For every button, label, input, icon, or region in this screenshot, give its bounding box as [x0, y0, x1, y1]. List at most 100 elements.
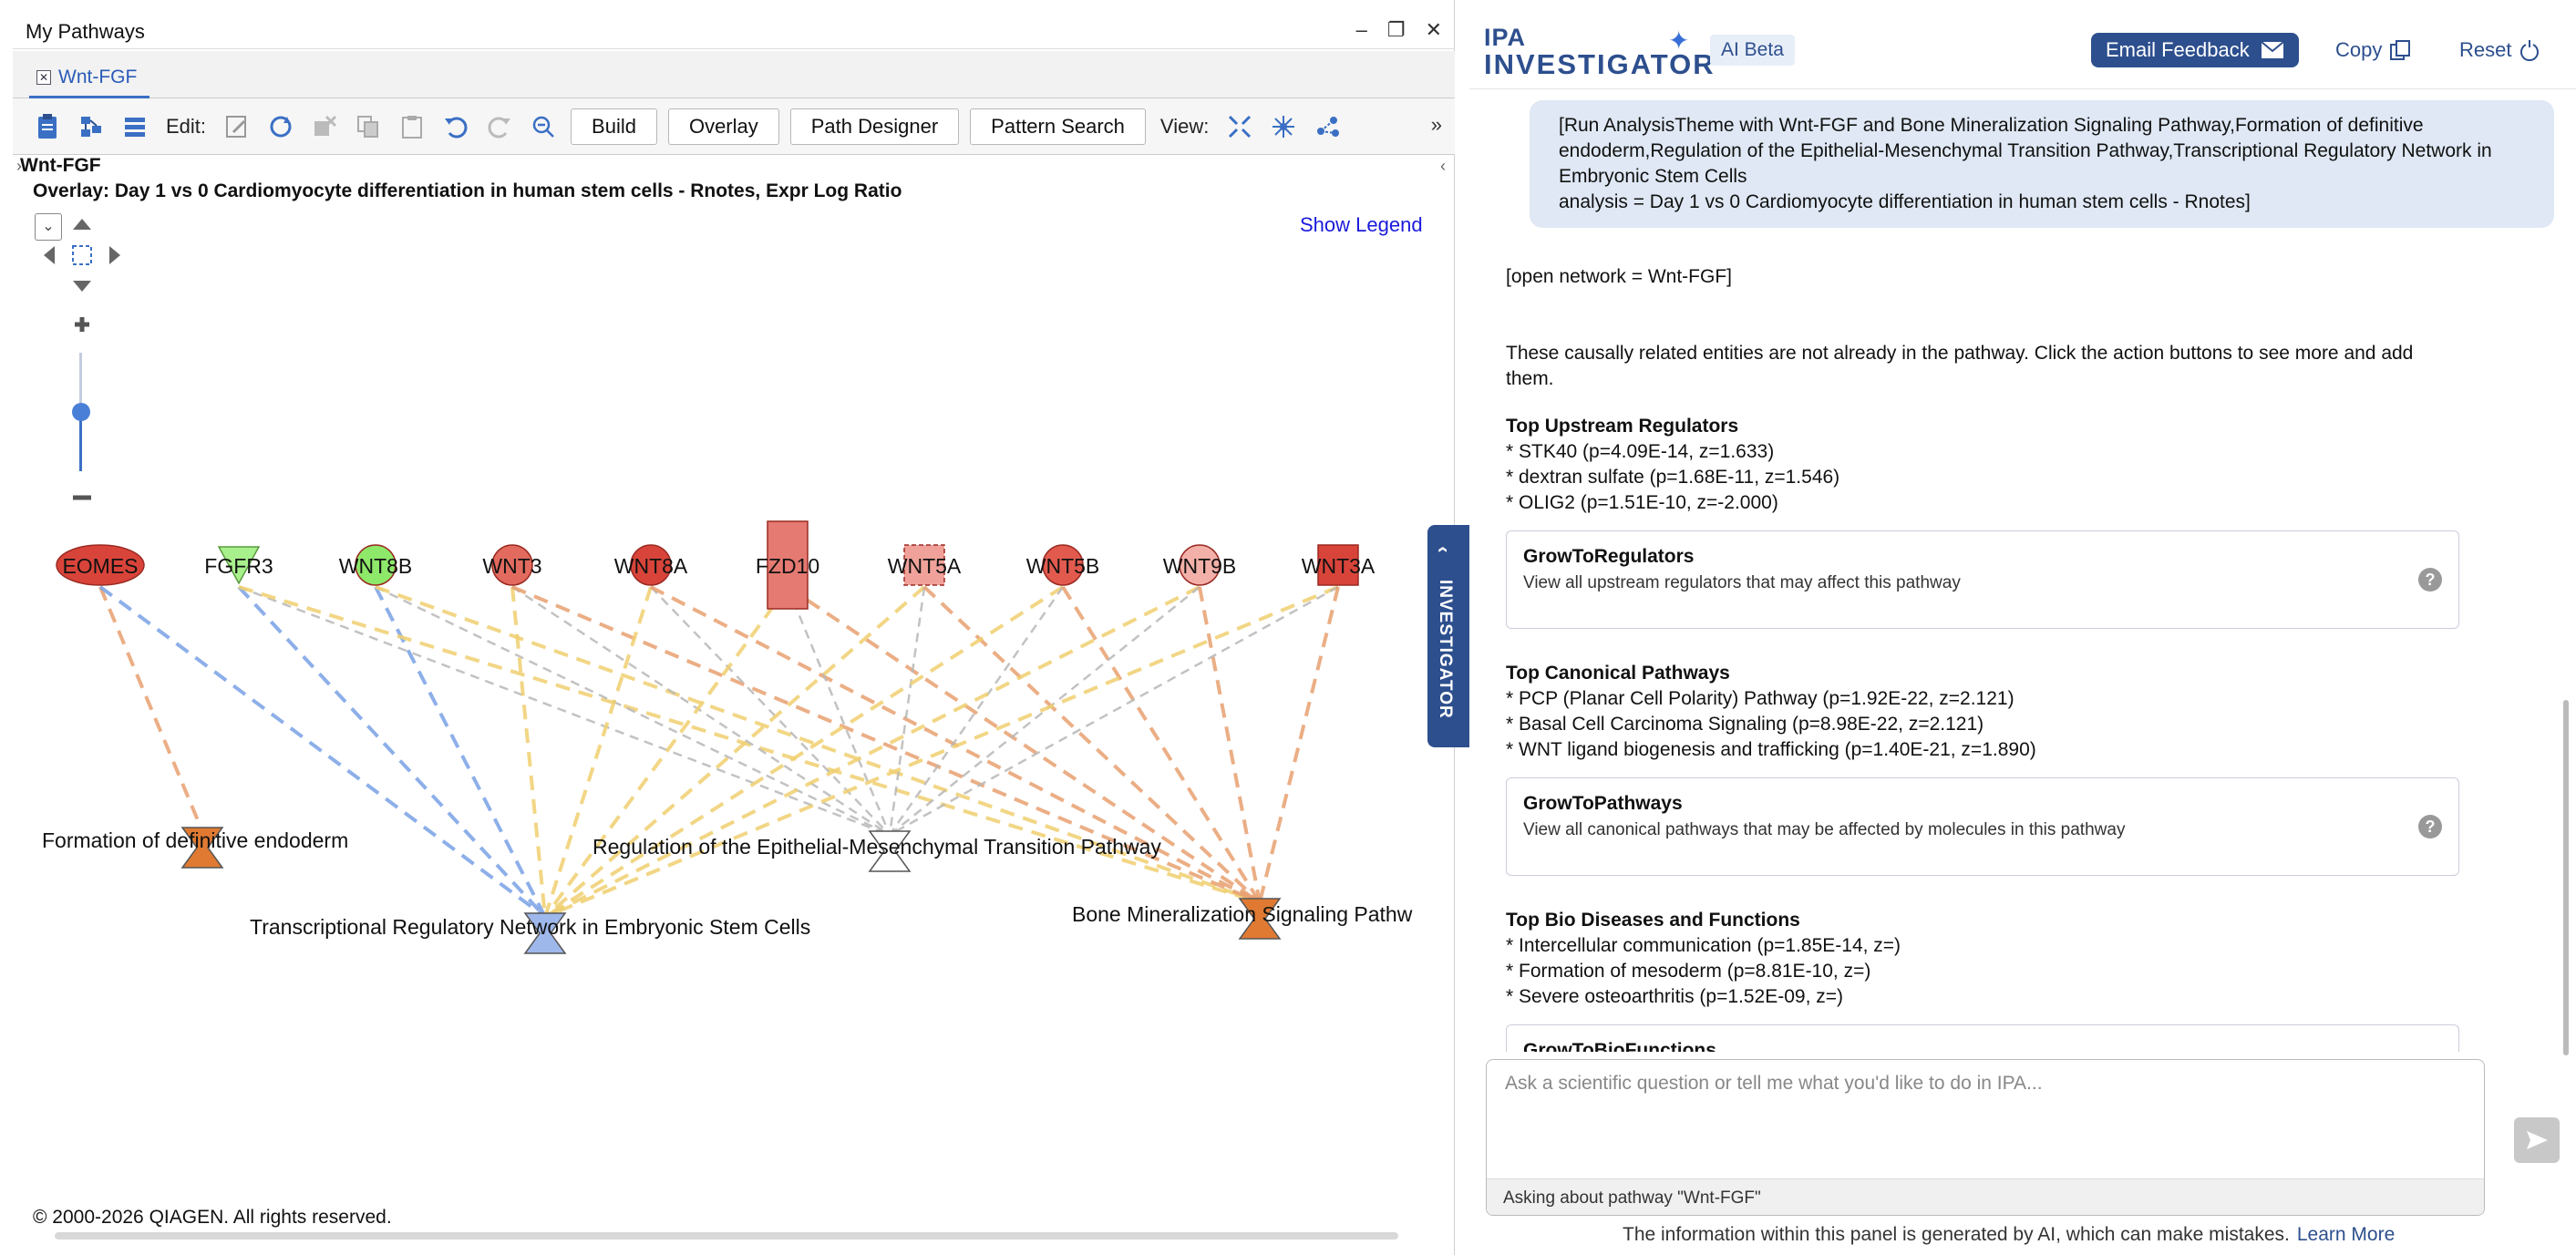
- pathway-node-4[interactable]: Bone Mineralization Signaling Pathw: [1072, 898, 1413, 940]
- intro-line: These causally related entities are not …: [1506, 343, 2414, 364]
- network-edge: [544, 585, 1339, 919]
- pathway-network[interactable]: EOMES FGFR3 WNT8B WNT3 WNT8A FZD10 WNT5A WNT5B W…: [0, 0, 1455, 1255]
- envelope-icon: [2261, 41, 2284, 58]
- question-input[interactable]: Ask a scientific question or tell me wha…: [1486, 1059, 2485, 1216]
- pathway-node-1[interactable]: Formation of definitive endoderm: [42, 827, 348, 869]
- investigator-header: IPA INVESTIGATOR ✦ AI Beta Email Feedbac…: [1469, 13, 2576, 89]
- molecule-label: WNT9B: [1163, 554, 1237, 578]
- investigator-panel: IPA INVESTIGATOR ✦ AI Beta Email Feedbac…: [1469, 0, 2576, 1255]
- sparkle-icon: ✦: [1668, 26, 1690, 55]
- chevron-icon: ›: [1429, 546, 1453, 553]
- investigator-tab-label: INVESTIGATOR: [1436, 580, 1455, 719]
- molecule-node-eomes[interactable]: EOMES: [56, 544, 145, 586]
- intro-line: them.: [1506, 368, 1554, 389]
- molecule-label: WNT5B: [1026, 554, 1100, 578]
- molecule-node-wnt3[interactable]: WNT3: [482, 544, 542, 586]
- grow-to-regulators-card[interactable]: GrowToRegulators View all upstream regul…: [1506, 530, 2459, 629]
- card-description: View all upstream regulators that may af…: [1523, 573, 1961, 592]
- network-edge: [1258, 586, 1340, 903]
- grow-to-biofunctions-card[interactable]: GrowToBioFunctions: [1506, 1024, 2459, 1052]
- network-edge: [543, 586, 653, 918]
- network-edge: [543, 585, 789, 919]
- molecule-node-wnt5a[interactable]: WNT5A: [888, 544, 962, 586]
- question-input-placeholder: Ask a scientific question or tell me wha…: [1505, 1073, 2043, 1094]
- pathway-node-2[interactable]: Transcriptional Regulatory Network in Em…: [250, 912, 810, 954]
- request-line: Embryonic Stem Cells: [1559, 166, 1747, 187]
- molecule-node-fzd10[interactable]: FZD10: [756, 520, 819, 610]
- card-title: GrowToBioFunctions: [1523, 1040, 1716, 1052]
- list-item: * Severe osteoarthritis (p=1.52E-09, z=): [1506, 986, 1844, 1007]
- pathway-label: Bone Mineralization Signaling Pathw: [1072, 902, 1413, 926]
- molecule-label: WNT8B: [339, 554, 413, 578]
- molecule-label: WNT3A: [1302, 554, 1376, 578]
- user-request-bubble: [Run AnalysisTheme with Wnt-FGF and Bone…: [1530, 100, 2554, 228]
- list-item: * dextran sulfate (p=1.68E-11, z=1.546): [1506, 467, 1840, 488]
- send-icon: [2527, 1131, 2548, 1149]
- email-feedback-label: Email Feedback: [2106, 38, 2250, 61]
- molecule-label: WNT5A: [888, 554, 962, 578]
- reset-label: Reset: [2459, 38, 2512, 61]
- pathway-label: Regulation of the Epithelial-Mesenchymal…: [592, 835, 1161, 859]
- molecule-node-wnt8a[interactable]: WNT8A: [614, 544, 688, 586]
- reset-button[interactable]: Reset: [2459, 38, 2540, 62]
- pathway-label: Formation of definitive endoderm: [42, 828, 348, 852]
- network-edge: [237, 585, 547, 919]
- reset-icon: [2520, 40, 2540, 61]
- investigator-tab[interactable]: › INVESTIGATOR: [1427, 525, 1469, 747]
- input-context: Asking about pathway "Wnt-FGF": [1487, 1178, 2484, 1215]
- network-edges: [98, 585, 1340, 919]
- network-edge: [543, 585, 1065, 919]
- ai-beta-badge: AI Beta: [1710, 35, 1795, 66]
- list-item: * Formation of mesoderm (p=8.81E-10, z=): [1506, 961, 1871, 982]
- molecule-node-wnt8b[interactable]: WNT8B: [339, 544, 413, 586]
- list-item: * OLIG2 (p=1.51E-10, z=-2.000): [1506, 492, 1778, 513]
- molecule-label: WNT8A: [614, 554, 688, 578]
- pathway-label: Transcriptional Regulatory Network in Em…: [250, 915, 810, 939]
- network-edge: [238, 585, 891, 837]
- request-line: analysis = Day 1 vs 0 Cardiomyocyte diff…: [1559, 191, 2251, 212]
- card-title: GrowToPathways: [1523, 793, 1683, 814]
- molecule-label: FGFR3: [204, 554, 273, 578]
- molecule-label: WNT3: [482, 554, 541, 578]
- molecule-node-wnt9b[interactable]: WNT9B: [1163, 544, 1237, 586]
- network-edge: [98, 586, 204, 832]
- help-icon[interactable]: ?: [2418, 568, 2442, 591]
- list-item: * WNT ligand biogenesis and trafficking …: [1506, 739, 2036, 760]
- request-line: endoderm,Regulation of the Epithelial-Me…: [1559, 140, 2492, 161]
- help-icon[interactable]: ?: [2418, 815, 2442, 838]
- ai-disclaimer: The information within this panel is gen…: [1623, 1224, 2395, 1246]
- list-item: * Intercellular communication (p=1.85E-1…: [1506, 935, 1901, 956]
- molecule-label: FZD10: [756, 554, 819, 578]
- pathway-panel: My Pathways – ❐ ✕ ✕ Wnt-FGF Edit: Build …: [0, 0, 1455, 1255]
- network-edge: [510, 586, 547, 918]
- molecule-node-fgfr3[interactable]: FGFR3: [204, 546, 273, 585]
- vertical-scrollbar[interactable]: [2563, 700, 2569, 1055]
- molecule-label: EOMES: [62, 554, 138, 578]
- list-item: * PCP (Planar Cell Polarity) Pathway (p=…: [1506, 688, 2014, 709]
- disclaimer-text: The information within this panel is gen…: [1623, 1224, 2290, 1245]
- copyright-text: © 2000-2026 QIAGEN. All rights reserved.: [33, 1207, 392, 1228]
- section-title-pathways: Top Canonical Pathways: [1506, 663, 1730, 684]
- section-title-bio: Top Bio Diseases and Functions: [1506, 910, 1800, 931]
- email-feedback-button[interactable]: Email Feedback: [2091, 33, 2299, 67]
- section-title-upstream: Top Upstream Regulators: [1506, 416, 1739, 437]
- molecule-node-wnt5b[interactable]: WNT5B: [1026, 544, 1100, 586]
- copy-doc-icon: [2390, 40, 2411, 60]
- pathway-node-3[interactable]: Regulation of the Epithelial-Mesenchymal…: [592, 830, 1161, 872]
- chat-area[interactable]: [Run AnalysisTheme with Wnt-FGF and Bone…: [1469, 89, 2563, 1052]
- horizontal-scrollbar[interactable]: [55, 1232, 1398, 1240]
- network-edge: [650, 586, 891, 836]
- learn-more-link[interactable]: Learn More: [2297, 1224, 2395, 1245]
- list-item: * Basal Cell Carcinoma Signaling (p=8.98…: [1506, 714, 1984, 735]
- send-button[interactable]: [2514, 1117, 2560, 1163]
- open-network-text: [open network = Wnt-FGF]: [1506, 266, 1733, 287]
- card-title: GrowToRegulators: [1523, 546, 1695, 567]
- network-edge: [543, 585, 926, 919]
- molecule-node-wnt3a[interactable]: WNT3A: [1302, 544, 1376, 586]
- card-description: View all canonical pathways that may be …: [1523, 820, 2126, 839]
- list-item: * STK40 (p=4.09E-14, z=1.633): [1506, 441, 1775, 462]
- request-line: [Run AnalysisTheme with Wnt-FGF and Bone…: [1559, 115, 2424, 136]
- grow-to-pathways-card[interactable]: GrowToPathways View all canonical pathwa…: [1506, 777, 2459, 876]
- copy-button[interactable]: Copy: [2335, 38, 2411, 62]
- copy-label: Copy: [2335, 38, 2383, 61]
